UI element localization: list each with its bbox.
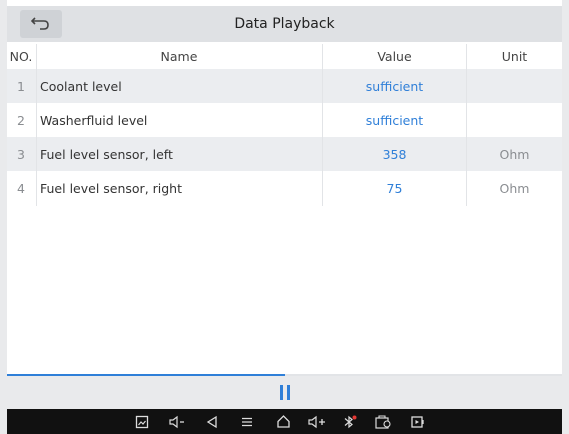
column-divider bbox=[36, 44, 37, 206]
system-navigation-bar bbox=[7, 409, 562, 434]
screenshot-icon[interactable] bbox=[132, 409, 152, 434]
row-no: 3 bbox=[17, 146, 25, 162]
row-value: 75 bbox=[386, 180, 403, 196]
home-icon[interactable] bbox=[273, 409, 293, 434]
volume-up-icon[interactable] bbox=[307, 409, 327, 434]
row-no: 4 bbox=[17, 180, 25, 196]
row-unit bbox=[467, 69, 562, 103]
row-name: Fuel level sensor, left bbox=[40, 146, 173, 162]
bluetooth-icon[interactable] bbox=[340, 409, 360, 434]
pause-icon-bar bbox=[286, 385, 290, 400]
back-icon[interactable] bbox=[202, 409, 222, 434]
row-value: 358 bbox=[382, 146, 407, 162]
volume-down-icon[interactable] bbox=[167, 409, 187, 434]
row-value: sufficient bbox=[365, 78, 424, 94]
row-unit bbox=[467, 103, 562, 137]
row-value: sufficient bbox=[365, 112, 424, 128]
back-button[interactable] bbox=[20, 10, 62, 38]
row-no: 1 bbox=[17, 78, 25, 94]
menu-icon[interactable] bbox=[237, 409, 257, 434]
column-divider bbox=[322, 44, 323, 206]
table-row[interactable]: 2 Washerfluid level sufficient bbox=[7, 103, 562, 137]
table-row[interactable]: 1 Coolant level sufficient bbox=[7, 69, 562, 103]
screen-record-icon[interactable] bbox=[409, 409, 429, 434]
pause-icon-bar bbox=[279, 385, 283, 400]
vci-icon[interactable] bbox=[373, 409, 393, 434]
row-name: Fuel level sensor, right bbox=[40, 180, 183, 196]
row-no: 2 bbox=[17, 112, 25, 128]
page-title: Data Playback bbox=[234, 16, 335, 32]
return-arrow-icon bbox=[30, 15, 51, 34]
playback-controls bbox=[7, 376, 562, 409]
col-no-header: NO. bbox=[9, 48, 33, 64]
row-name: Coolant level bbox=[40, 78, 122, 94]
col-value-header: Value bbox=[377, 48, 412, 64]
row-name: Washerfluid level bbox=[40, 112, 148, 128]
column-divider bbox=[466, 44, 467, 206]
row-unit: Ohm bbox=[499, 146, 530, 162]
row-unit: Ohm bbox=[499, 180, 530, 196]
frame-right-edge bbox=[562, 0, 569, 434]
table-row[interactable]: 3 Fuel level sensor, left 358 Ohm bbox=[7, 137, 562, 171]
table-row[interactable]: 4 Fuel level sensor, right 75 Ohm bbox=[7, 171, 562, 205]
frame-left-edge bbox=[0, 0, 7, 434]
col-unit-header: Unit bbox=[501, 48, 528, 64]
column-header: NO. Name Value Unit bbox=[7, 44, 562, 68]
title-bar: Data Playback bbox=[7, 6, 562, 42]
pause-button[interactable] bbox=[279, 385, 290, 401]
col-name-header: Name bbox=[160, 48, 198, 64]
